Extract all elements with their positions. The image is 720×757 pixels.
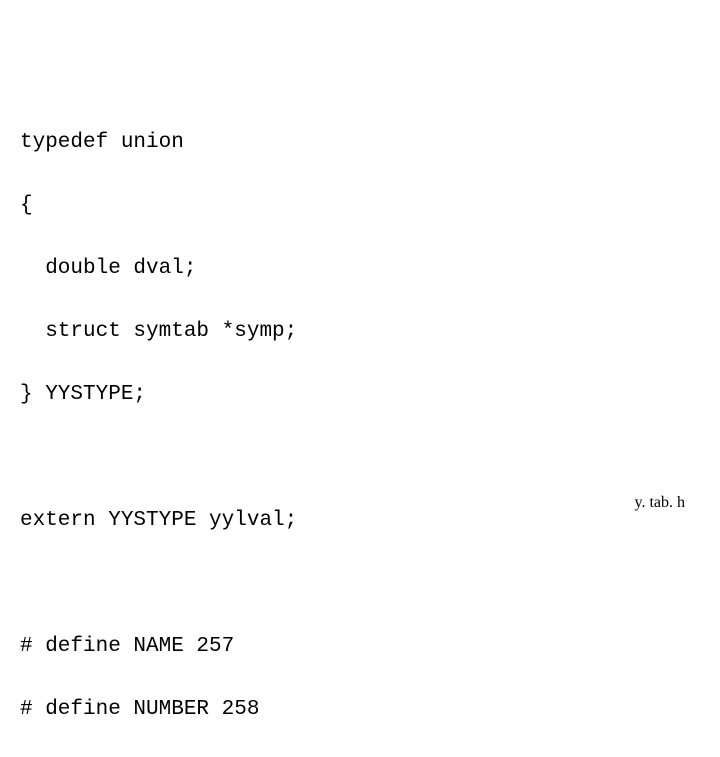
- code-line: extern YYSTYPE yylval;: [20, 505, 297, 537]
- code-blank-line: [20, 568, 297, 600]
- code-line: double dval;: [20, 253, 297, 285]
- code-block: typedef union { double dval; struct symt…: [20, 95, 297, 757]
- code-line: # define NUMBER 258: [20, 694, 297, 726]
- code-blank-line: [20, 442, 297, 474]
- code-line: } YYSTYPE;: [20, 379, 297, 411]
- footer-filename: y. tab. h: [634, 494, 685, 512]
- code-line: {: [20, 190, 297, 222]
- code-line: typedef union: [20, 127, 297, 159]
- code-line: # define NAME 257: [20, 631, 297, 663]
- code-line: struct symtab *symp;: [20, 316, 297, 348]
